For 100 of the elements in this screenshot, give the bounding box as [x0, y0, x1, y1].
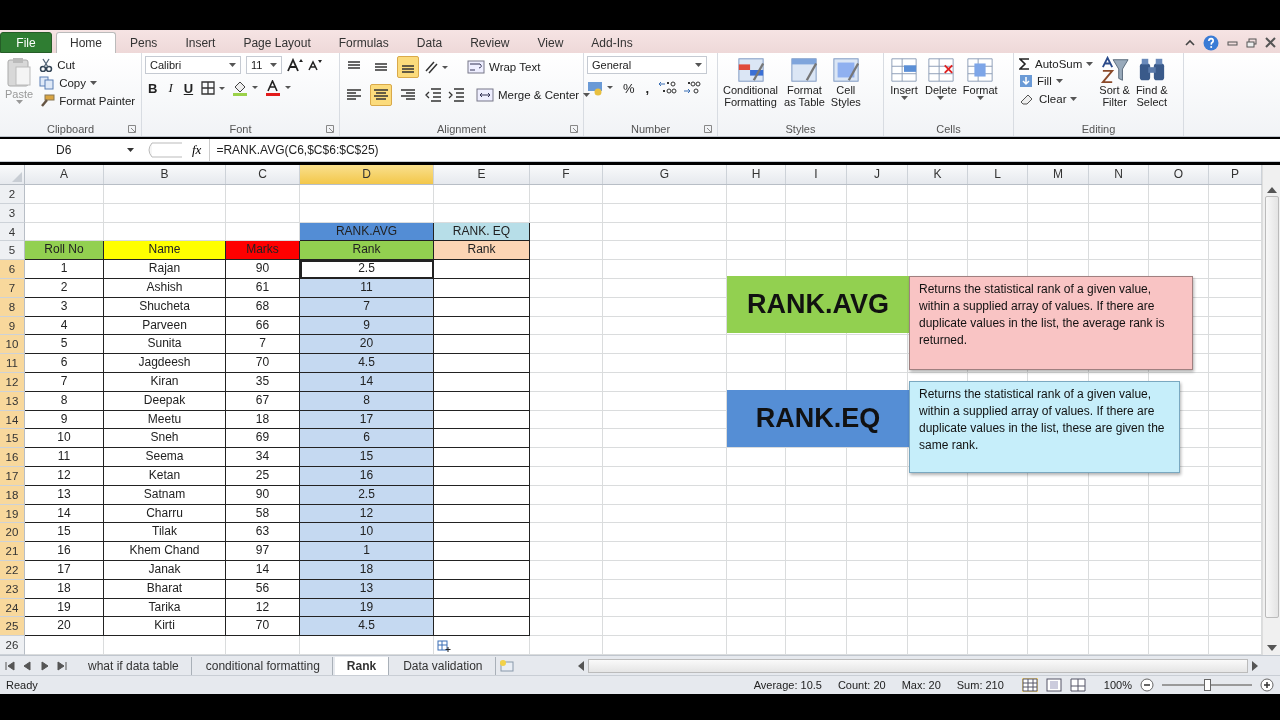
column-heading[interactable]: O — [1149, 165, 1209, 184]
zoom-in-icon[interactable] — [1260, 678, 1274, 692]
grow-font-icon[interactable] — [287, 58, 303, 72]
column-heading[interactable]: H — [727, 165, 786, 184]
restore-icon[interactable] — [1246, 37, 1257, 48]
scroll-up-icon[interactable] — [1266, 187, 1277, 193]
style-button[interactable]: Cell Styles — [828, 56, 863, 108]
orientation-icon[interactable] — [424, 59, 450, 75]
name-box[interactable]: D6 — [6, 143, 138, 157]
percent-button[interactable]: % — [620, 80, 638, 96]
row-heading[interactable]: 10 — [0, 335, 25, 355]
ribbon-tab[interactable]: Add-Ins — [577, 32, 647, 53]
copy-icon — [39, 76, 56, 90]
file-tab[interactable]: File — [0, 32, 52, 53]
scroll-left-icon[interactable] — [577, 660, 584, 671]
ribbon-tab[interactable]: Pens — [116, 32, 172, 53]
insert-function-button[interactable]: fx — [184, 142, 210, 158]
column-heading[interactable]: M — [1028, 165, 1089, 184]
column-heading[interactable]: F — [530, 165, 603, 184]
fill-color-icon[interactable] — [232, 80, 261, 96]
font-size-field[interactable]: 11 — [246, 56, 282, 74]
bottom-align-icon[interactable] — [397, 56, 419, 78]
comma-button[interactable]: , — [642, 80, 653, 96]
center-align-icon[interactable] — [370, 84, 392, 106]
ribbon-tab[interactable]: Review — [456, 32, 524, 53]
column-heading[interactable]: I — [786, 165, 847, 184]
borders-icon[interactable] — [201, 81, 228, 95]
column-heading[interactable]: N — [1089, 165, 1149, 184]
cells-button[interactable]: Insert — [887, 56, 921, 100]
row-heading[interactable]: 25 — [0, 617, 25, 637]
column-heading[interactable]: L — [968, 165, 1028, 184]
number-format-field[interactable]: General — [587, 56, 707, 74]
cells-button[interactable]: Delete — [923, 56, 959, 100]
decrease-indent-icon[interactable] — [424, 87, 442, 103]
scrollbar-thumb[interactable] — [587, 658, 1248, 673]
cells-button[interactable]: Format — [960, 56, 1000, 100]
row-heading[interactable]: 6 — [0, 260, 25, 279]
wrap-text-button[interactable]: Wrap Text — [465, 58, 543, 76]
ribbon-tab[interactable]: Formulas — [324, 32, 403, 53]
increase-indent-icon[interactable] — [447, 87, 465, 103]
sheet-tab[interactable]: Rank — [334, 656, 390, 675]
normal-view-icon[interactable] — [1021, 678, 1038, 692]
ribbon-tab[interactable]: Page Layout — [229, 32, 325, 53]
column-heading[interactable]: D — [300, 165, 434, 184]
formula-field[interactable]: =RANK.AVG(C6,$C$6:$C$25) — [209, 139, 1280, 161]
help-icon[interactable] — [1203, 34, 1219, 51]
row-heading[interactable]: 2 — [0, 185, 25, 204]
minimize-ribbon-icon[interactable] — [1185, 38, 1195, 47]
close-icon[interactable] — [1265, 37, 1276, 48]
currency-icon[interactable] — [587, 80, 615, 96]
row-heading[interactable]: 21 — [0, 542, 25, 561]
column-heading[interactable]: A — [25, 165, 104, 184]
column-heading[interactable]: E — [434, 165, 530, 184]
zoom-out-icon[interactable] — [1140, 678, 1154, 692]
bold-button[interactable]: B — [145, 80, 161, 96]
scroll-down-icon[interactable] — [1266, 645, 1277, 651]
ribbon-tab[interactable]: Home — [56, 32, 116, 53]
column-heading[interactable]: K — [908, 165, 968, 184]
ribbon-tab[interactable]: View — [523, 32, 578, 53]
underline-button[interactable]: U — [180, 80, 197, 96]
row-heading[interactable]: 16 — [0, 448, 25, 467]
slider-thumb[interactable] — [1204, 679, 1211, 691]
scrollbar-thumb[interactable] — [1264, 196, 1279, 618]
row-heading[interactable]: 11 — [0, 354, 25, 373]
merge-center-button[interactable]: Merge & Center — [474, 86, 593, 104]
dialog-launcher-icon[interactable] — [326, 125, 334, 133]
editing-button[interactable]: Sort & Filter — [1097, 56, 1132, 108]
zoom-level[interactable]: 100% — [1103, 679, 1132, 691]
font-color-icon[interactable] — [265, 80, 294, 96]
dialog-launcher-icon[interactable] — [704, 125, 712, 133]
autosum-button[interactable]: AutoSum — [1017, 56, 1096, 72]
row-heading[interactable]: 26 — [0, 636, 25, 655]
shrink-font-icon[interactable] — [308, 59, 322, 71]
column-heading[interactable]: G — [603, 165, 727, 184]
page-break-icon[interactable] — [1069, 678, 1086, 692]
editing-button[interactable]: Find & Select — [1133, 56, 1170, 108]
ribbon-tab[interactable]: Insert — [171, 32, 230, 53]
scroll-right-icon[interactable] — [1252, 660, 1258, 671]
format-painter-button[interactable]: Format Painter — [37, 92, 138, 110]
style-button[interactable]: Conditional Formatting — [721, 56, 781, 108]
decrease-decimal-icon[interactable] — [682, 80, 703, 96]
cut-button[interactable]: Cut — [37, 56, 138, 74]
italic-button[interactable]: I — [165, 80, 176, 96]
dialog-launcher-icon[interactable] — [128, 125, 136, 133]
minimize-icon[interactable] — [1227, 38, 1238, 47]
clear-button[interactable]: Clear — [1017, 90, 1096, 108]
row-heading[interactable]: 20 — [0, 523, 25, 543]
page-layout-icon[interactable] — [1045, 678, 1062, 692]
quick-analysis-icon[interactable] — [437, 640, 451, 652]
ribbon-tab[interactable]: Data — [402, 32, 457, 53]
style-button[interactable]: Format as Table — [782, 56, 827, 108]
column-heading[interactable]: J — [847, 165, 908, 184]
column-heading[interactable]: B — [104, 165, 226, 184]
fill-button[interactable]: Fill — [1017, 72, 1096, 90]
font-name-field[interactable]: Calibri — [145, 56, 241, 74]
increase-decimal-icon[interactable] — [657, 80, 678, 96]
row-heading[interactable]: 5 — [0, 241, 25, 261]
dialog-launcher-icon[interactable] — [570, 125, 578, 133]
copy-button[interactable]: Copy — [37, 74, 138, 92]
row-heading[interactable]: 15 — [0, 429, 25, 449]
